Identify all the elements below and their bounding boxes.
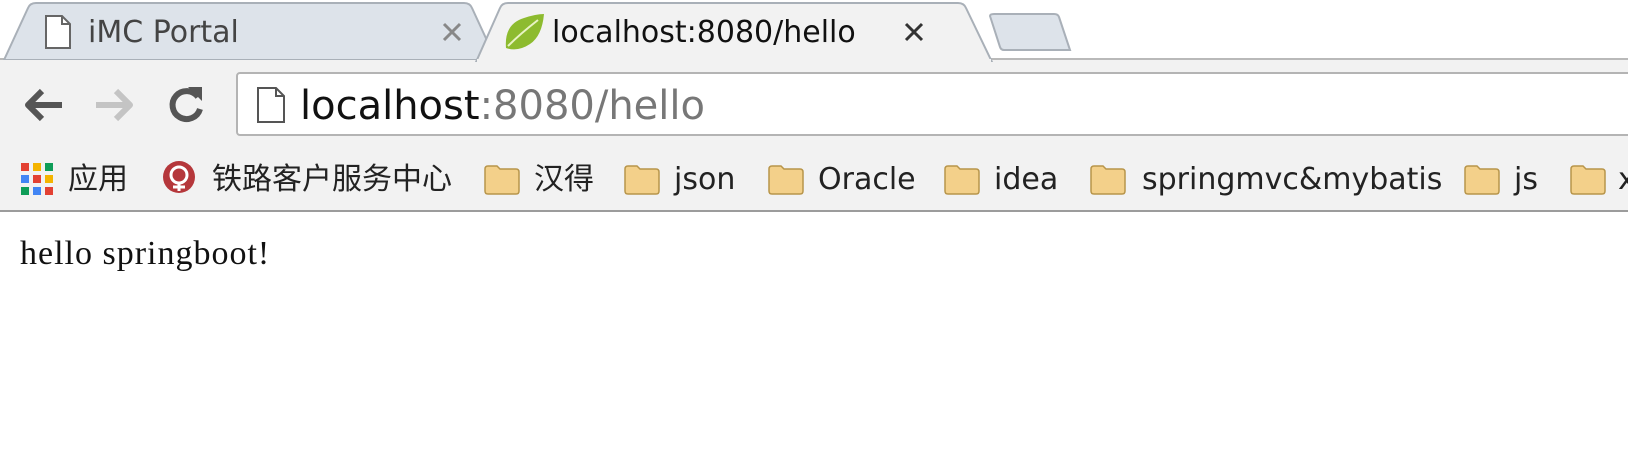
folder-icon	[624, 165, 660, 206]
bookmark-label: idea	[994, 162, 1059, 197]
url-text[interactable]: localhost:8080/hello	[300, 82, 705, 130]
folder-icon	[484, 165, 520, 206]
toolbar: localhost:8080/hello	[0, 60, 1628, 150]
browser-chrome: iMC Portal localhost:8080/hello localhos…	[0, 0, 1628, 212]
url-host: localhost	[300, 83, 480, 129]
tab-localhost-hello[interactable]: localhost:8080/hello	[474, 2, 994, 62]
back-arrow-icon	[25, 88, 62, 122]
tab-title: localhost:8080/hello	[552, 15, 856, 50]
close-tab-icon[interactable]	[436, 16, 468, 48]
bookmark-label: js	[1514, 162, 1538, 197]
forward-button[interactable]	[92, 83, 136, 127]
bookmarks-bar: 应用 铁路客户服务中心 汉得 json Oracle idea springmv…	[0, 150, 1628, 210]
page-content: hello springboot!	[0, 212, 1628, 452]
tab-imc-portal[interactable]: iMC Portal	[0, 2, 500, 60]
tab-strip: iMC Portal localhost:8080/hello	[0, 0, 1628, 62]
folder-icon	[1090, 165, 1126, 206]
tab-title: iMC Portal	[88, 15, 239, 50]
close-tab-icon[interactable]	[898, 16, 930, 48]
page-body-text: hello springboot!	[20, 235, 271, 272]
bookmark-label: 汉得	[534, 162, 594, 197]
bookmark-label: springmvc&mybatis	[1142, 162, 1443, 197]
folder-icon	[1570, 165, 1606, 206]
bookmark-label: Oracle	[818, 162, 916, 197]
new-tab-button[interactable]	[988, 12, 1072, 52]
bookmark-label: x	[1618, 162, 1628, 197]
bookmark-label: 铁路客户服务中心	[212, 162, 452, 197]
apps-grid-icon	[20, 162, 54, 207]
forward-arrow-icon	[96, 88, 133, 122]
bookmark-label: 应用	[68, 162, 128, 197]
back-button[interactable]	[22, 83, 66, 127]
reload-icon	[169, 87, 203, 123]
folder-icon	[1464, 165, 1500, 206]
folder-icon	[768, 165, 804, 206]
document-icon	[44, 14, 72, 54]
page-info-icon[interactable]	[256, 86, 286, 128]
reload-button[interactable]	[164, 83, 208, 127]
bookmark-label: json	[674, 162, 736, 197]
url-port-path: :8080/hello	[479, 83, 705, 129]
folder-icon	[944, 165, 980, 206]
address-bar[interactable]: localhost:8080/hello	[236, 72, 1628, 136]
tab-background	[2, 2, 498, 60]
railway-logo-icon	[162, 160, 196, 205]
spring-leaf-icon	[502, 12, 546, 56]
